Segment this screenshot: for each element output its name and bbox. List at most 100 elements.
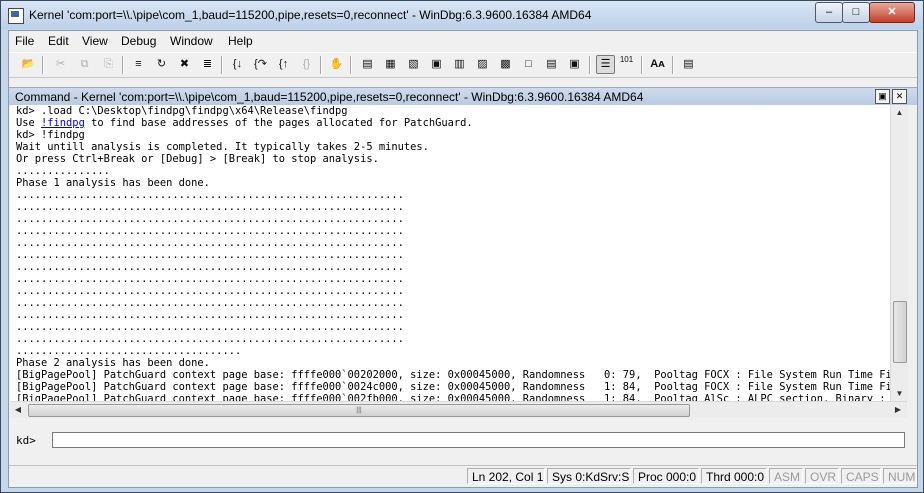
status-sys: Sys 0:KdSrv:S <box>547 468 631 484</box>
output-line: ........................................… <box>16 237 404 249</box>
output-line: ........................................… <box>16 213 404 225</box>
toolbar-separator <box>350 56 352 74</box>
scroll-down-icon[interactable]: ▼ <box>891 386 908 401</box>
font-icon[interactable]: Aᴀ <box>649 56 666 73</box>
toolbar-separator <box>42 56 44 74</box>
menu-window[interactable]: Window <box>170 34 213 48</box>
horizontal-scrollbar[interactable]: ◀ ||| ▶ <box>10 401 907 418</box>
output-line: .................................... <box>16 345 242 357</box>
copy-icon[interactable]: ⧉ <box>76 56 93 73</box>
output-line: Use !findpg to find base addresses of th… <box>16 117 890 129</box>
command-window-close-icon[interactable]: ✕ <box>892 89 907 104</box>
toolbar-separator <box>221 56 223 74</box>
output-line: ........................................… <box>16 189 404 201</box>
hex-mode-icon[interactable]: 101 <box>618 56 635 73</box>
scroll-right-icon[interactable]: ▶ <box>890 402 906 418</box>
command-input-row: kd> <box>10 431 907 451</box>
locals-window-icon[interactable]: ▧ <box>405 56 422 73</box>
menu-edit[interactable]: Edit <box>48 34 69 48</box>
output-line: [BigPagePool] PatchGuard context page ba… <box>16 393 890 401</box>
status-proc: Proc 000:0 <box>633 468 699 484</box>
dock-toggle-icon[interactable]: ▣ <box>875 89 890 104</box>
status-thrd: Thrd 000:0 <box>701 468 767 484</box>
windbg-window: Kernel 'com:port=\\.\pipe\com_1,baud=115… <box>0 0 924 493</box>
windbg-app-icon[interactable] <box>8 8 24 24</box>
step-out-icon[interactable]: {↑ <box>275 56 292 73</box>
output-line: ........................................… <box>16 201 404 213</box>
findpg-link[interactable]: !findpg <box>41 117 85 129</box>
menu-bar: File Edit View Debug Window Help <box>9 31 917 51</box>
status-num: NUM <box>883 468 917 484</box>
output-line: ........................................… <box>16 273 404 285</box>
window-title: Kernel 'com:port=\\.\pipe\com_1,baud=115… <box>29 8 592 22</box>
command-input[interactable] <box>52 432 905 448</box>
breakpoint-hand-icon[interactable]: ✋ <box>328 56 345 73</box>
status-caps: CAPS <box>841 468 881 484</box>
disassembly-window-icon[interactable]: ▩ <box>497 56 514 73</box>
maximize-button[interactable]: □ <box>842 2 870 23</box>
output-line: Or press Ctrl+Break or [Debug] > [Break]… <box>16 153 379 165</box>
call-stack-window-icon[interactable]: ▨ <box>474 56 491 73</box>
minimize-button[interactable]: ‒ <box>815 2 843 23</box>
status-bar: Ln 202, Col 1 Sys 0:KdSrv:S Proc 000:0 T… <box>9 465 917 487</box>
menu-view[interactable]: View <box>82 34 108 48</box>
toolbar-separator <box>589 56 591 74</box>
kd-prompt: kd> <box>16 434 36 447</box>
cut-icon[interactable]: ✂ <box>52 56 69 73</box>
step-into-icon[interactable]: {↓ <box>229 56 246 73</box>
open-icon[interactable]: 📂 <box>20 56 37 73</box>
status-ovr: OVR <box>805 468 839 484</box>
horizontal-scroll-thumb[interactable]: ||| <box>28 404 690 417</box>
toolbar-separator <box>122 56 124 74</box>
output-line: ............... <box>16 165 110 177</box>
output-line: kd> .load C:\Desktop\findpg\findpg\x64\R… <box>16 105 348 117</box>
memory-window-icon[interactable]: ▥ <box>451 56 468 73</box>
output-text: fffff800`2b2f5000 fffff800`2b2f7000 ...k… <box>16 105 890 401</box>
status-asm: ASM <box>769 468 803 484</box>
go-icon[interactable]: ≡ <box>130 56 147 73</box>
command-output[interactable]: fffff800`2b2f5000 fffff800`2b2f7000 ...k… <box>10 105 890 401</box>
scratch-pad-icon[interactable]: □ <box>520 56 537 73</box>
restart-icon[interactable]: ↻ <box>153 56 170 73</box>
toolbar-separator <box>641 56 643 74</box>
registers-window-icon[interactable]: ▣ <box>428 56 445 73</box>
paste-icon[interactable]: ⎘ <box>100 56 117 73</box>
toolbar-separator <box>320 56 322 74</box>
step-over-icon[interactable]: {↷ <box>252 56 269 73</box>
title-bar[interactable]: Kernel 'com:port=\\.\pipe\com_1,baud=115… <box>1 1 923 29</box>
processes-threads-icon[interactable]: ▤ <box>543 56 560 73</box>
vertical-scroll-thumb[interactable] <box>893 301 907 363</box>
output-line: kd> !findpg <box>16 129 85 141</box>
output-line: ........................................… <box>16 261 404 273</box>
output-line: Phase 1 analysis has been done. <box>16 177 210 189</box>
output-text-span: to find base addresses of the pages allo… <box>84 117 473 129</box>
output-line: [BigPagePool] PatchGuard context page ba… <box>16 381 890 393</box>
options-icon[interactable]: ▤ <box>680 56 697 73</box>
toolbar: 📂 ✂ ⧉ ⎘ ≡ ↻ ✖ ≣ {↓ {↷ {↑ {} ✋ ▤ ▦ ▧ ▣ ▥ … <box>9 52 917 78</box>
menu-debug[interactable]: Debug <box>121 34 156 48</box>
command-window-title: Command - Kernel 'com:port=\\.\pipe\com_… <box>15 90 644 104</box>
vertical-scrollbar[interactable]: ▲ ▼ <box>890 105 908 401</box>
break-icon[interactable]: ≣ <box>199 56 216 73</box>
scroll-left-icon[interactable]: ◀ <box>10 402 26 418</box>
output-line: Phase 2 analysis has been done. <box>16 357 210 369</box>
stop-debugging-icon[interactable]: ✖ <box>176 56 193 73</box>
source-mode-icon[interactable]: ☰ <box>596 55 615 74</box>
scroll-up-icon[interactable]: ▲ <box>891 105 908 120</box>
watch-window-icon[interactable]: ▦ <box>382 56 399 73</box>
command-window-titlebar[interactable]: Command - Kernel 'com:port=\\.\pipe\com_… <box>9 87 917 105</box>
run-to-cursor-icon[interactable]: {} <box>298 56 315 73</box>
close-button[interactable]: ✕ <box>869 2 915 23</box>
menu-file[interactable]: File <box>15 34 34 48</box>
menu-help[interactable]: Help <box>228 34 253 48</box>
main-frame: File Edit View Debug Window Help 📂 ✂ ⧉ ⎘… <box>8 30 918 488</box>
output-line: ........................................… <box>16 333 404 345</box>
output-line: ........................................… <box>16 321 404 333</box>
output-text-span: Use <box>16 117 42 129</box>
output-line: Wait untill analysis is completed. It ty… <box>16 141 429 153</box>
output-line: ........................................… <box>16 249 404 261</box>
command-window-icon[interactable]: ▤ <box>359 56 376 73</box>
toolbar-separator <box>672 56 674 74</box>
output-line: [BigPagePool] PatchGuard context page ba… <box>16 369 890 381</box>
command-browser-icon[interactable]: ▣ <box>566 56 583 73</box>
